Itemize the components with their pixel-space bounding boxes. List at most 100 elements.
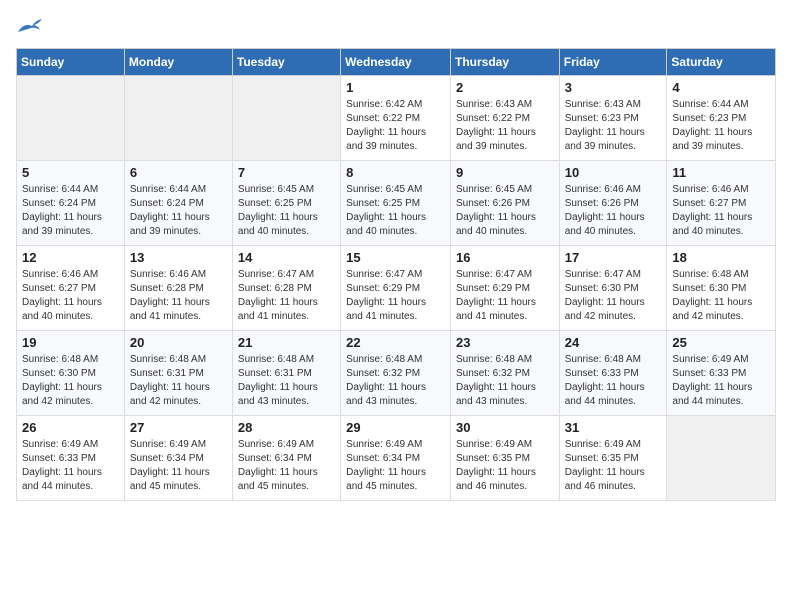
day-info: Sunrise: 6:46 AMSunset: 6:27 PMDaylight:… xyxy=(672,183,770,239)
day-info: Sunrise: 6:44 AMSunset: 6:24 PMDaylight:… xyxy=(22,183,119,239)
day-number: 26 xyxy=(22,420,119,435)
calendar-cell xyxy=(232,76,340,161)
day-info: Sunrise: 6:44 AMSunset: 6:24 PMDaylight:… xyxy=(130,183,227,239)
day-number: 8 xyxy=(346,165,445,180)
calendar-cell: 14 Sunrise: 6:47 AMSunset: 6:28 PMDayligh… xyxy=(232,246,340,331)
day-info: Sunrise: 6:47 AMSunset: 6:29 PMDaylight:… xyxy=(456,268,554,324)
day-number: 18 xyxy=(672,250,770,265)
calendar-cell: 9 Sunrise: 6:45 AMSunset: 6:26 PMDaylight… xyxy=(450,161,559,246)
calendar-cell: 8 Sunrise: 6:45 AMSunset: 6:25 PMDaylight… xyxy=(341,161,451,246)
calendar-body: 1 Sunrise: 6:42 AMSunset: 6:22 PMDaylight… xyxy=(17,76,776,501)
calendar-week-2: 5 Sunrise: 6:44 AMSunset: 6:24 PMDaylight… xyxy=(17,161,776,246)
calendar-cell: 17Sunrise: 6:47 AMSunset: 6:30 PMDayligh… xyxy=(559,246,667,331)
calendar-cell: 31 Sunrise: 6:49 AMSunset: 6:35 PMDayligh… xyxy=(559,416,667,501)
day-number: 5 xyxy=(22,165,119,180)
day-info: Sunrise: 6:42 AMSunset: 6:22 PMDaylight:… xyxy=(346,98,445,154)
calendar-cell: 12 Sunrise: 6:46 AMSunset: 6:27 PMDayligh… xyxy=(17,246,125,331)
calendar-cell: 21 Sunrise: 6:48 AMSunset: 6:31 PMDayligh… xyxy=(232,331,340,416)
day-number: 9 xyxy=(456,165,554,180)
day-number: 31 xyxy=(565,420,662,435)
day-number: 25 xyxy=(672,335,770,350)
day-number: 12 xyxy=(22,250,119,265)
calendar-cell: 19 Sunrise: 6:48 AMSunset: 6:30 PMDayligh… xyxy=(17,331,125,416)
day-number: 14 xyxy=(238,250,335,265)
day-number: 15 xyxy=(346,250,445,265)
day-info: Sunrise: 6:49 AMSunset: 6:34 PMDaylight:… xyxy=(238,438,335,494)
page-header xyxy=(16,16,776,36)
day-number: 19 xyxy=(22,335,119,350)
day-info: Sunrise: 6:43 AMSunset: 6:22 PMDaylight:… xyxy=(456,98,554,154)
day-number: 24 xyxy=(565,335,662,350)
day-number: 16 xyxy=(456,250,554,265)
day-info: Sunrise: 6:48 AMSunset: 6:32 PMDaylight:… xyxy=(456,353,554,409)
calendar-week-5: 26 Sunrise: 6:49 AMSunset: 6:33 PMDayligh… xyxy=(17,416,776,501)
day-number: 28 xyxy=(238,420,335,435)
calendar-week-1: 1 Sunrise: 6:42 AMSunset: 6:22 PMDaylight… xyxy=(17,76,776,161)
day-info: Sunrise: 6:43 AMSunset: 6:23 PMDaylight:… xyxy=(565,98,662,154)
day-info: Sunrise: 6:47 AMSunset: 6:30 PMDaylight:… xyxy=(565,268,662,324)
day-number: 7 xyxy=(238,165,335,180)
day-info: Sunrise: 6:44 AMSunset: 6:23 PMDaylight:… xyxy=(672,98,770,154)
calendar-cell: 24 Sunrise: 6:48 AMSunset: 6:33 PMDayligh… xyxy=(559,331,667,416)
calendar-cell: 15 Sunrise: 6:47 AMSunset: 6:29 PMDayligh… xyxy=(341,246,451,331)
header-day-thursday: Thursday xyxy=(450,49,559,76)
calendar-cell: 10Sunrise: 6:46 AMSunset: 6:26 PMDayligh… xyxy=(559,161,667,246)
header-day-wednesday: Wednesday xyxy=(341,49,451,76)
calendar-cell xyxy=(124,76,232,161)
day-number: 29 xyxy=(346,420,445,435)
day-info: Sunrise: 6:49 AMSunset: 6:35 PMDaylight:… xyxy=(565,438,662,494)
calendar-cell xyxy=(667,416,776,501)
day-number: 2 xyxy=(456,80,554,95)
day-number: 11 xyxy=(672,165,770,180)
calendar-cell: 25 Sunrise: 6:49 AMSunset: 6:33 PMDayligh… xyxy=(667,331,776,416)
day-number: 3 xyxy=(565,80,662,95)
calendar-header-row: SundayMondayTuesdayWednesdayThursdayFrid… xyxy=(17,49,776,76)
header-day-sunday: Sunday xyxy=(17,49,125,76)
calendar-cell: 6 Sunrise: 6:44 AMSunset: 6:24 PMDaylight… xyxy=(124,161,232,246)
calendar-cell: 4 Sunrise: 6:44 AMSunset: 6:23 PMDaylight… xyxy=(667,76,776,161)
calendar-cell: 26 Sunrise: 6:49 AMSunset: 6:33 PMDayligh… xyxy=(17,416,125,501)
day-info: Sunrise: 6:48 AMSunset: 6:30 PMDaylight:… xyxy=(22,353,119,409)
calendar-cell: 23 Sunrise: 6:48 AMSunset: 6:32 PMDayligh… xyxy=(450,331,559,416)
calendar-cell: 13Sunrise: 6:46 AMSunset: 6:28 PMDayligh… xyxy=(124,246,232,331)
day-info: Sunrise: 6:49 AMSunset: 6:34 PMDaylight:… xyxy=(130,438,227,494)
day-number: 21 xyxy=(238,335,335,350)
calendar-cell: 2 Sunrise: 6:43 AMSunset: 6:22 PMDaylight… xyxy=(450,76,559,161)
day-number: 13 xyxy=(130,250,227,265)
calendar-cell: 22Sunrise: 6:48 AMSunset: 6:32 PMDayligh… xyxy=(341,331,451,416)
calendar-cell: 5 Sunrise: 6:44 AMSunset: 6:24 PMDaylight… xyxy=(17,161,125,246)
calendar-cell: 18Sunrise: 6:48 AMSunset: 6:30 PMDayligh… xyxy=(667,246,776,331)
day-info: Sunrise: 6:48 AMSunset: 6:33 PMDaylight:… xyxy=(565,353,662,409)
day-info: Sunrise: 6:48 AMSunset: 6:31 PMDaylight:… xyxy=(238,353,335,409)
calendar-cell: 11 Sunrise: 6:46 AMSunset: 6:27 PMDayligh… xyxy=(667,161,776,246)
day-info: Sunrise: 6:46 AMSunset: 6:27 PMDaylight:… xyxy=(22,268,119,324)
day-info: Sunrise: 6:45 AMSunset: 6:25 PMDaylight:… xyxy=(346,183,445,239)
day-info: Sunrise: 6:47 AMSunset: 6:28 PMDaylight:… xyxy=(238,268,335,324)
calendar-cell: 7 Sunrise: 6:45 AMSunset: 6:25 PMDaylight… xyxy=(232,161,340,246)
logo-bird-icon xyxy=(16,16,44,36)
day-number: 23 xyxy=(456,335,554,350)
calendar-cell: 20Sunrise: 6:48 AMSunset: 6:31 PMDayligh… xyxy=(124,331,232,416)
calendar-cell: 3 Sunrise: 6:43 AMSunset: 6:23 PMDaylight… xyxy=(559,76,667,161)
day-info: Sunrise: 6:49 AMSunset: 6:33 PMDaylight:… xyxy=(672,353,770,409)
day-info: Sunrise: 6:46 AMSunset: 6:26 PMDaylight:… xyxy=(565,183,662,239)
calendar-week-3: 12 Sunrise: 6:46 AMSunset: 6:27 PMDayligh… xyxy=(17,246,776,331)
header-day-tuesday: Tuesday xyxy=(232,49,340,76)
calendar-cell: 28 Sunrise: 6:49 AMSunset: 6:34 PMDayligh… xyxy=(232,416,340,501)
header-day-friday: Friday xyxy=(559,49,667,76)
header-day-monday: Monday xyxy=(124,49,232,76)
calendar-week-4: 19 Sunrise: 6:48 AMSunset: 6:30 PMDayligh… xyxy=(17,331,776,416)
calendar-cell: 29Sunrise: 6:49 AMSunset: 6:34 PMDayligh… xyxy=(341,416,451,501)
day-info: Sunrise: 6:47 AMSunset: 6:29 PMDaylight:… xyxy=(346,268,445,324)
day-number: 6 xyxy=(130,165,227,180)
day-number: 1 xyxy=(346,80,445,95)
logo xyxy=(16,16,48,36)
day-info: Sunrise: 6:45 AMSunset: 6:25 PMDaylight:… xyxy=(238,183,335,239)
day-info: Sunrise: 6:49 AMSunset: 6:33 PMDaylight:… xyxy=(22,438,119,494)
day-number: 4 xyxy=(672,80,770,95)
calendar-table: SundayMondayTuesdayWednesdayThursdayFrid… xyxy=(16,48,776,501)
day-number: 27 xyxy=(130,420,227,435)
header-day-saturday: Saturday xyxy=(667,49,776,76)
day-info: Sunrise: 6:45 AMSunset: 6:26 PMDaylight:… xyxy=(456,183,554,239)
calendar-cell: 1 Sunrise: 6:42 AMSunset: 6:22 PMDaylight… xyxy=(341,76,451,161)
